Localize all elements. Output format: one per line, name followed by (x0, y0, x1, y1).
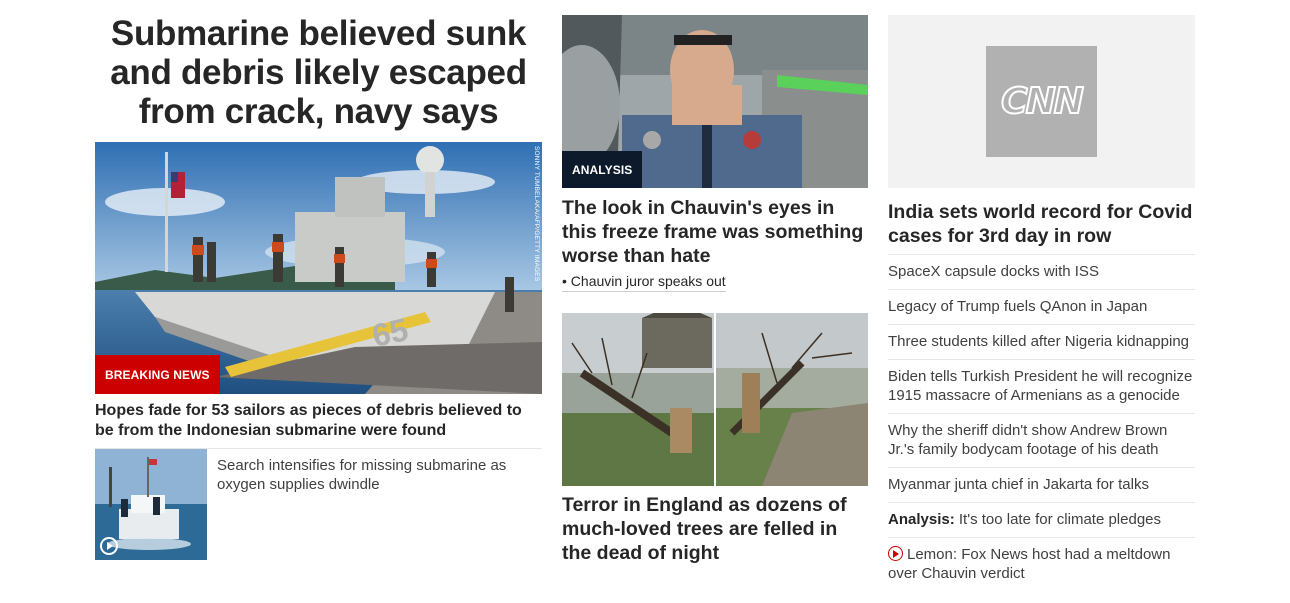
felled-trees-image[interactable] (562, 313, 868, 486)
list-item-link[interactable]: SpaceX capsule docks with ISS (888, 263, 1099, 280)
play-icon (100, 537, 118, 555)
list-item[interactable]: Lemon: Fox News host had a meltdown over… (888, 537, 1195, 591)
svg-text:65: 65 (369, 311, 411, 354)
headline-list: SpaceX capsule docks with ISS Legacy of … (888, 254, 1195, 591)
list-item[interactable]: Myanmar junta chief in Jakarta for talks (888, 467, 1195, 502)
list-item-link[interactable]: Lemon: Fox News host had a meltdown over… (888, 546, 1170, 582)
play-circle-icon (888, 546, 903, 561)
lead-caption[interactable]: Hopes fade for 53 sailors as pieces of d… (95, 401, 542, 441)
analysis-label: Analysis: (888, 511, 955, 528)
secondary-video-thumbnail[interactable] (95, 449, 207, 560)
list-item-link[interactable]: Analysis: It's too late for climate pled… (888, 511, 1161, 528)
lead-headline[interactable]: Submarine believed sunk and debris likel… (85, 14, 552, 131)
analysis-badge: ANALYSIS (562, 151, 643, 188)
list-item[interactable]: Legacy of Trump fuels QAnon in Japan (888, 289, 1195, 324)
list-item[interactable]: Analysis: It's too late for climate pled… (888, 502, 1195, 537)
cnn-logo: CNN (986, 46, 1097, 157)
list-item-link[interactable]: Legacy of Trump fuels QAnon in Japan (888, 298, 1147, 315)
list-item-link[interactable]: Why the sheriff didn't show Andrew Brown… (888, 422, 1167, 458)
list-item-link[interactable]: Three students killed after Nigeria kidn… (888, 333, 1189, 350)
related-link-chauvin-juror[interactable]: • Chauvin juror speaks out (562, 273, 726, 292)
trees-photo (562, 313, 868, 486)
cnn-logo-text: CNN (1000, 80, 1085, 123)
india-covid-headline[interactable]: India sets world record for Covid cases … (888, 200, 1195, 248)
list-item[interactable]: Three students killed after Nigeria kidn… (888, 324, 1195, 359)
list-item-link[interactable]: Biden tells Turkish President he will re… (888, 368, 1192, 404)
breaking-news-badge: BREAKING NEWS (95, 355, 220, 394)
list-item[interactable]: Biden tells Turkish President he will re… (888, 359, 1195, 413)
list-item[interactable]: Why the sheriff didn't show Andrew Brown… (888, 413, 1195, 467)
list-item-link[interactable]: Myanmar junta chief in Jakarta for talks (888, 476, 1149, 493)
lead-image-submarine-ship[interactable]: 65 SONNY TUMBELAKA/AFP/GETTY IMAGES BREA… (95, 142, 542, 394)
trees-headline[interactable]: Terror in England as dozens of much-love… (562, 493, 868, 565)
cnn-placeholder-image[interactable]: CNN (888, 15, 1195, 188)
chauvin-video-still[interactable]: ANALYSIS (562, 15, 868, 188)
secondary-headline[interactable]: Search intensifies for missing submarine… (217, 456, 542, 494)
photo-credit: SONNY TUMBELAKA/AFP/GETTY IMAGES (533, 146, 540, 282)
list-item[interactable]: SpaceX capsule docks with ISS (888, 254, 1195, 289)
chauvin-headline[interactable]: The look in Chauvin's eyes in this freez… (562, 196, 868, 268)
